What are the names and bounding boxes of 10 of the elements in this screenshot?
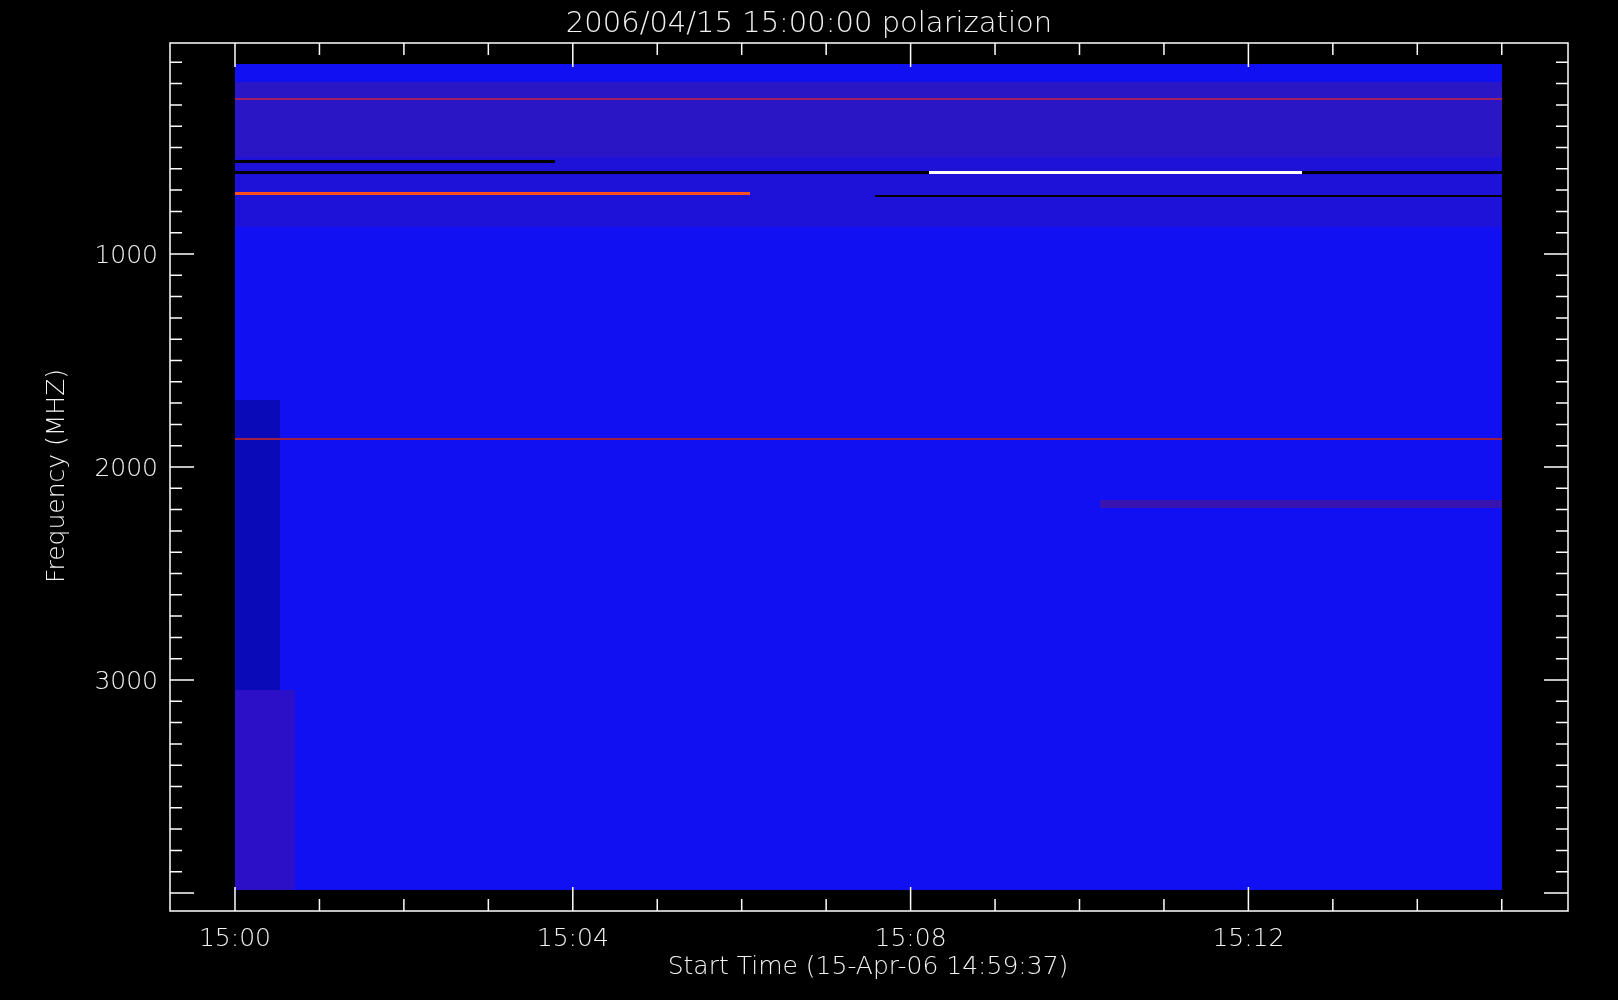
- x-tick-label: 15:12: [1212, 923, 1285, 952]
- y-tick-label: 1000: [94, 240, 158, 269]
- y-tick-label: 3000: [94, 666, 158, 695]
- x-tick-label: 15:08: [874, 923, 947, 952]
- x-tick-label: 15:00: [199, 923, 271, 952]
- plot-title: 2006/04/15 15:00:00 polarization: [565, 5, 1053, 39]
- y-tick-label: 2000: [94, 453, 158, 482]
- y-axis-label: Frequency (MHZ): [41, 368, 70, 584]
- x-axis-label: Start Time (15-Apr-06 14:59:37): [667, 951, 1069, 980]
- x-tick-label: 15:04: [536, 923, 609, 952]
